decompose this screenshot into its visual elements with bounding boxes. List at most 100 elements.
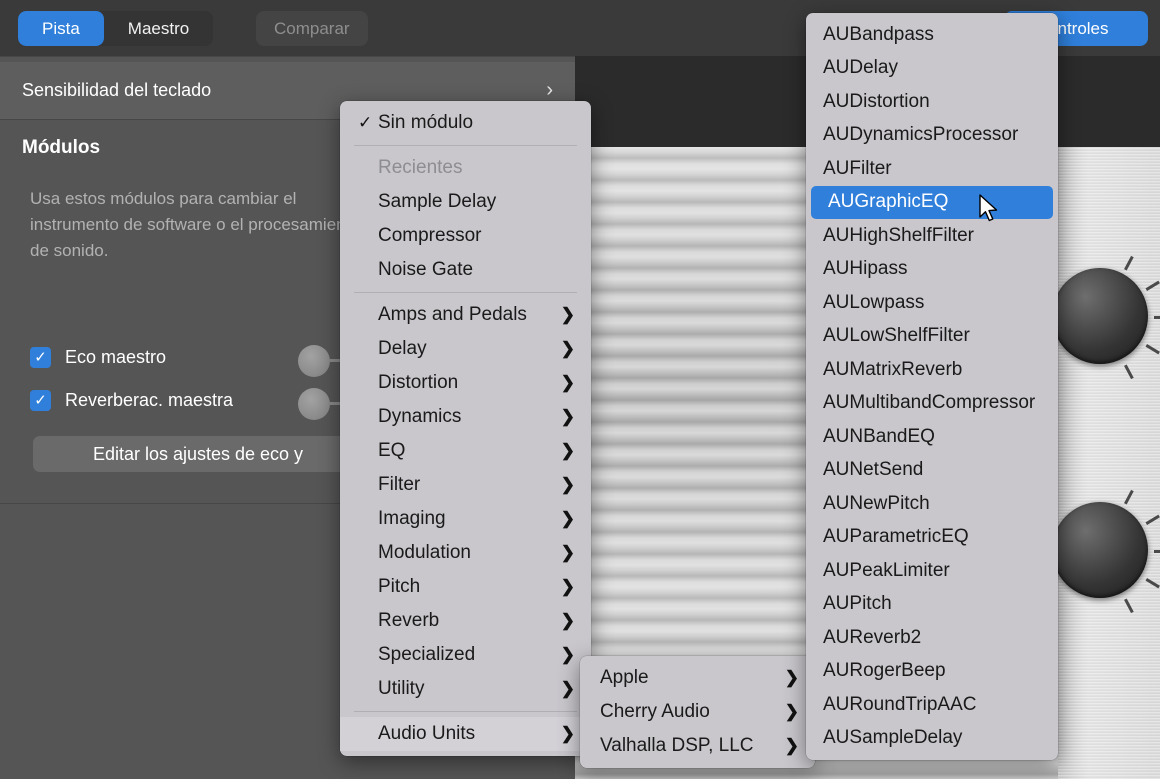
chevron-right-icon: ❯ [541,724,575,744]
chevron-right-icon: ❯ [541,543,575,563]
menu-item-label: AUPeakLimiter [823,560,950,582]
modules-context-menu[interactable]: ✓ Sin módulo Recientes Sample Delay Comp… [340,101,591,756]
menu-item-label: EQ [378,440,405,462]
chevron-right-icon: ❯ [541,475,575,495]
menu-item-specialized[interactable]: Specialized ❯ [340,638,591,672]
segment-maestro[interactable]: Maestro [104,11,213,46]
chevron-right-icon: ❯ [541,577,575,597]
segment-pista[interactable]: Pista [18,11,104,46]
menu-item-label: AURoundTripAAC [823,694,976,716]
chevron-right-icon: ❯ [765,702,799,722]
menu-item-audistortion[interactable]: AUDistortion [806,85,1058,119]
track-master-segmented-control[interactable]: Pista Maestro [18,11,213,46]
menu-item-aupitch[interactable]: AUPitch [806,588,1058,622]
menu-item-label: Delay [378,338,427,360]
menu-item-aubandpass[interactable]: AUBandpass [806,18,1058,52]
menu-item-auhighshelffilter[interactable]: AUHighShelfFilter [806,219,1058,253]
menu-item-label: Filter [378,474,420,496]
chevron-right-icon: ❯ [541,645,575,665]
menu-item-aureverb2[interactable]: AUReverb2 [806,621,1058,655]
menu-item-sin-modulo[interactable]: ✓ Sin módulo [340,106,591,140]
menu-item-label: Recientes [378,157,463,179]
menu-item-label: AULowShelfFilter [823,325,970,347]
menu-item-utility[interactable]: Utility ❯ [340,672,591,706]
menu-item-aunbandeq[interactable]: AUNBandEQ [806,420,1058,454]
checkmark-icon: ✓ [358,113,372,133]
edit-echo-reverb-settings-button[interactable]: Editar los ajustes de eco y [33,436,363,472]
menu-item-sample-delay[interactable]: Sample Delay [340,185,591,219]
menu-item-reverb[interactable]: Reverb ❯ [340,604,591,638]
menu-item-noise-gate[interactable]: Noise Gate [340,253,591,287]
menu-item-auhipass[interactable]: AUHipass [806,253,1058,287]
menu-item-aupeaklimiter[interactable]: AUPeakLimiter [806,554,1058,588]
menu-item-auparametriceq[interactable]: AUParametricEQ [806,521,1058,555]
menu-item-auroundtripaac[interactable]: AURoundTripAAC [806,688,1058,722]
audio-units-plugin-menu[interactable]: AUBandpass AUDelay AUDistortion AUDynami… [806,13,1058,760]
modules-section-title: Módulos [22,137,100,159]
menu-item-label: AUDelay [823,57,898,79]
menu-item-pitch[interactable]: Pitch ❯ [340,570,591,604]
manufacturers-submenu[interactable]: Apple ❯ Cherry Audio ❯ Valhalla DSP, LLC… [580,656,815,768]
chevron-right-icon: ❯ [541,305,575,325]
menu-item-label: Modulation [378,542,471,564]
menu-item-valhalla-dsp[interactable]: Valhalla DSP, LLC ❯ [580,729,815,763]
menu-item-aufilter[interactable]: AUFilter [806,152,1058,186]
send-knob-master-echo[interactable] [298,345,330,377]
divider-top [0,56,575,57]
chevron-right-icon: ❯ [541,441,575,461]
menu-item-label: AUMultibandCompressor [823,392,1035,414]
menu-item-aulowshelffilter[interactable]: AULowShelfFilter [806,320,1058,354]
compare-button[interactable]: Comparar [256,11,368,46]
menu-item-label: Sample Delay [378,191,496,213]
menu-item-apple[interactable]: Apple ❯ [580,661,815,695]
menu-item-aunewpitch[interactable]: AUNewPitch [806,487,1058,521]
menu-item-eq[interactable]: EQ ❯ [340,434,591,468]
menu-item-aulowpass[interactable]: AULowpass [806,286,1058,320]
menu-item-audelay[interactable]: AUDelay [806,52,1058,86]
chevron-right-icon: ❯ [541,373,575,393]
menu-item-aumultibandcompressor[interactable]: AUMultibandCompressor [806,387,1058,421]
menu-item-label: AUMatrixReverb [823,359,962,381]
menu-item-audio-units[interactable]: Audio Units ❯ [340,717,591,751]
menu-item-label: AULowpass [823,292,924,314]
menu-item-label: Imaging [378,508,446,530]
menu-item-label: Dynamics [378,406,461,428]
checkbox-master-reverb[interactable]: ✓ [30,390,51,411]
menu-item-compressor[interactable]: Compressor [340,219,591,253]
menu-item-dynamics[interactable]: Dynamics ❯ [340,400,591,434]
menu-item-label: AUPitch [823,593,892,615]
menu-item-cherry-audio[interactable]: Cherry Audio ❯ [580,695,815,729]
menu-item-label: AUNewPitch [823,493,930,515]
menu-item-label: AUGraphicEQ [828,191,948,213]
menu-item-aumatrixreverb[interactable]: AUMatrixReverb [806,353,1058,387]
menu-item-label: Reverb [378,610,439,632]
menu-item-label: AUNBandEQ [823,426,935,448]
menu-item-delay[interactable]: Delay ❯ [340,332,591,366]
chevron-right-icon: › [546,79,553,102]
menu-item-label: AUFilter [823,158,892,180]
menu-item-label: Sin módulo [378,112,473,134]
menu-item-aurogerbeep[interactable]: AURogerBeep [806,655,1058,689]
menu-item-aunetsend[interactable]: AUNetSend [806,454,1058,488]
menu-item-label: AUBandpass [823,24,934,46]
menu-item-label: AUReverb2 [823,627,921,649]
checkbox-master-echo[interactable]: ✓ [30,347,51,368]
menu-item-filter[interactable]: Filter ❯ [340,468,591,502]
checkbox-label-master-echo: Eco maestro [65,347,166,368]
chevron-right-icon: ❯ [765,668,799,688]
menu-separator [354,292,577,293]
menu-item-label: AUDistortion [823,91,930,113]
menu-header-recientes: Recientes [340,151,591,185]
checkbox-row-master-echo[interactable]: ✓ Eco maestro [30,347,166,368]
menu-item-modulation[interactable]: Modulation ❯ [340,536,591,570]
menu-item-label: AUHighShelfFilter [823,225,974,247]
menu-item-amps-and-pedals[interactable]: Amps and Pedals ❯ [340,298,591,332]
menu-item-imaging[interactable]: Imaging ❯ [340,502,591,536]
menu-item-audynamicsprocessor[interactable]: AUDynamicsProcessor [806,119,1058,153]
checkbox-row-master-reverb[interactable]: ✓ Reverberac. maestra [30,390,233,411]
send-knob-master-reverb[interactable] [298,388,330,420]
menu-item-label: Valhalla DSP, LLC [600,735,754,757]
menu-item-distortion[interactable]: Distortion ❯ [340,366,591,400]
menu-item-ausampledelay[interactable]: AUSampleDelay [806,722,1058,756]
menu-item-augraphiceq[interactable]: AUGraphicEQ [811,186,1053,220]
